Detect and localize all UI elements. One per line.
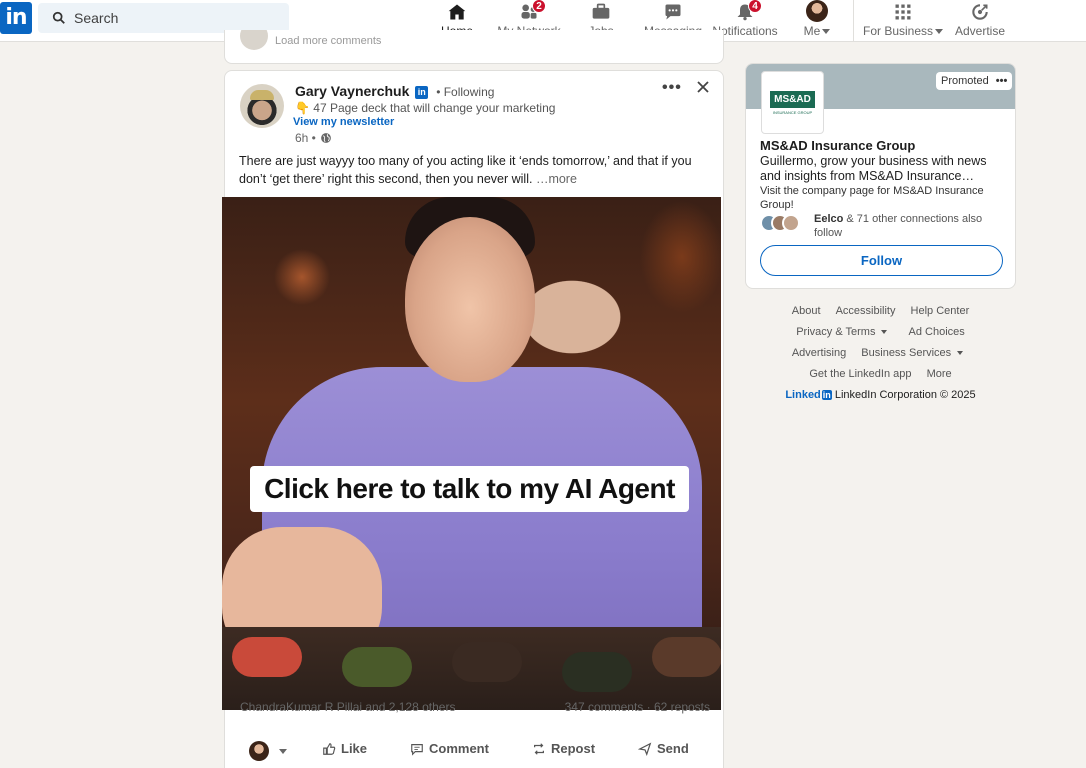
wordmark-in: in — [821, 390, 832, 400]
post-body: There are just wayyy too many of you act… — [239, 152, 709, 188]
post-menu-icon[interactable]: ••• — [662, 79, 682, 97]
corporation-text: LinkedIn Corporation © 2025 — [834, 389, 976, 401]
like-label: Like — [341, 741, 368, 756]
promoted-ad-card: MS&AD INSURANCE GROUP Promoted ••• MS&AD… — [745, 63, 1016, 289]
follow-button[interactable]: Follow — [760, 245, 1003, 276]
linkedin-wordmark: Linked in — [785, 389, 832, 401]
reaction-avatar-selector[interactable] — [249, 741, 287, 761]
linkedin-logo[interactable]: in — [0, 2, 32, 34]
following-status: • Following — [436, 85, 495, 99]
avatar — [249, 741, 269, 761]
ad-company-name[interactable]: MS&AD Insurance Group — [760, 138, 915, 153]
ad-subtext: Visit the company page for MS&AD Insuran… — [760, 185, 984, 211]
search-input[interactable]: Search — [38, 3, 289, 33]
post-time-text: 6h • — [295, 131, 316, 145]
reactions-count[interactable]: ChandraKumar R Pillai and 2,128 others — [240, 700, 455, 714]
post-time: 6h • — [295, 131, 332, 145]
company-logo[interactable]: MS&AD INSURANCE GROUP — [761, 71, 824, 134]
close-icon[interactable] — [695, 79, 711, 95]
company-logo-mark: MS&AD — [770, 90, 815, 108]
more-options-icon[interactable]: ••• — [996, 75, 1008, 87]
chevron-down-icon — [881, 330, 888, 335]
comments-count[interactable]: 347 comments · 62 reposts — [565, 700, 710, 714]
comment-label: Comment — [429, 741, 489, 756]
nav-me-label: Me — [803, 24, 821, 38]
footer-accessibility[interactable]: Accessibility — [836, 305, 896, 317]
social-counts: ChandraKumar R Pillai and 2,128 others 3… — [240, 700, 710, 714]
post-actions: Like Comment Repost Send — [225, 729, 724, 768]
right-rail-footer: About Accessibility Help Center Privacy … — [745, 305, 1016, 401]
compass-icon — [972, 4, 988, 20]
footer-ad-choices[interactable]: Ad Choices — [909, 326, 965, 338]
author-line: Gary Vaynerchuk in • Following — [295, 83, 494, 99]
post-text: There are just wayyy too many of you act… — [239, 154, 692, 186]
author-avatar[interactable] — [240, 84, 284, 128]
send-label: Send — [657, 741, 689, 756]
message-icon — [665, 4, 681, 20]
load-more-comments[interactable]: Load more comments — [275, 35, 381, 47]
nav-me[interactable]: Me — [787, 0, 847, 42]
briefcase-icon — [592, 3, 610, 19]
footer-business-services[interactable]: Business Services — [861, 347, 969, 359]
nav-advertise[interactable]: Advertise — [950, 0, 1010, 42]
footer-about[interactable]: About — [792, 305, 821, 317]
nav-for-business[interactable]: For Business — [858, 0, 948, 42]
send-icon — [638, 742, 652, 756]
avatar — [806, 0, 828, 22]
footer-help-center[interactable]: Help Center — [911, 305, 970, 317]
wordmark-text: Linked — [785, 389, 821, 401]
repost-button[interactable]: Repost — [532, 741, 595, 756]
nav-for-business-label: For Business — [862, 24, 934, 38]
connection-avatars — [760, 214, 800, 232]
comment-button[interactable]: Comment — [410, 741, 489, 756]
nav-divider — [853, 0, 854, 42]
home-icon — [448, 4, 466, 20]
chevron-down-icon — [279, 748, 287, 754]
notifications-badge: 4 — [748, 0, 762, 13]
search-icon — [52, 11, 65, 24]
chevron-down-icon — [957, 351, 964, 356]
footer-corporation: Linked in LinkedIn Corporation © 2025 — [745, 389, 1016, 401]
ai-agent-cta[interactable]: Click here to talk to my AI Agent — [250, 466, 689, 512]
repost-label: Repost — [551, 741, 596, 756]
footer-advertising[interactable]: Advertising — [792, 347, 846, 359]
footer-business-services-label: Business Services — [861, 347, 952, 359]
ad-body: Guillermo, grow your business with news … — [760, 154, 987, 183]
footer-get-app[interactable]: Get the LinkedIn app — [809, 368, 911, 380]
previous-post-card: Load more comments — [224, 30, 724, 64]
view-newsletter-link[interactable]: View my newsletter — [293, 116, 394, 128]
thumbs-up-icon — [323, 742, 336, 755]
linkedin-premium-icon: in — [415, 85, 429, 99]
promoted-text: Promoted — [941, 75, 989, 87]
author-name[interactable]: Gary Vaynerchuk — [295, 83, 409, 99]
company-logo-sub: INSURANCE GROUP — [772, 109, 813, 115]
avatar — [782, 214, 800, 232]
comment-icon — [411, 743, 423, 756]
footer-privacy-terms-label: Privacy & Terms — [796, 326, 876, 338]
see-more-link[interactable]: …more — [536, 172, 577, 186]
post-image[interactable]: Click here to talk to my AI Agent — [222, 197, 721, 710]
footer-more[interactable]: More — [927, 368, 952, 380]
footer-privacy-terms[interactable]: Privacy & Terms — [796, 326, 893, 338]
search-placeholder: Search — [74, 10, 119, 26]
chevron-down-icon — [822, 29, 831, 35]
network-badge: 2 — [532, 0, 546, 13]
like-button[interactable]: Like — [322, 741, 367, 756]
send-button[interactable]: Send — [638, 741, 689, 756]
grid-icon — [895, 4, 911, 20]
avatar — [240, 30, 268, 50]
nav-advertise-label: Advertise — [954, 24, 1006, 38]
author-headline: 👇 47 Page deck that will change your mar… — [295, 101, 556, 115]
promoted-label[interactable]: Promoted ••• — [936, 72, 1013, 90]
connections-text: Eelco & 71 other connections also follow — [814, 212, 1004, 240]
chevron-down-icon — [935, 29, 944, 35]
globe-icon — [321, 133, 331, 143]
repost-icon — [534, 742, 544, 755]
connection-name: Eelco — [814, 213, 844, 225]
